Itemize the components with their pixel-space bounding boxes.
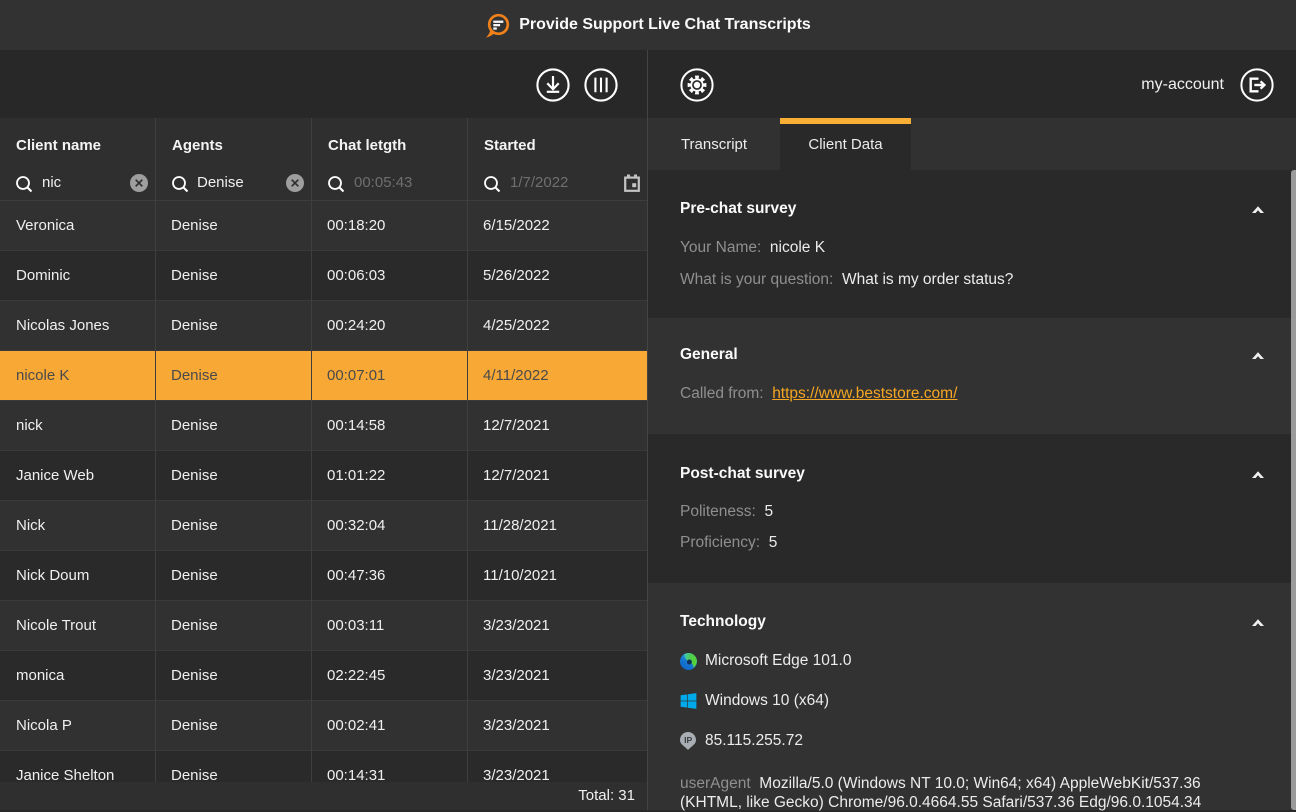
svg-text:IP: IP [684,735,692,745]
